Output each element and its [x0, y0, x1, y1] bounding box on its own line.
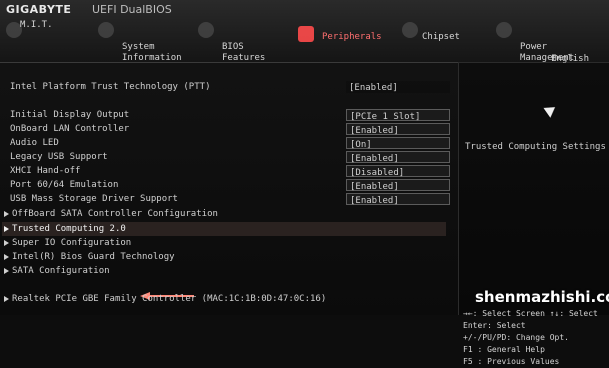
submenu-label: Trusted Computing 2.0 — [12, 224, 126, 234]
setting-row-ptt[interactable]: Intel Platform Trust Technology (PTT) [E… — [6, 80, 450, 94]
tab-mit-label: M.I.T. — [20, 20, 53, 30]
submenu-label: Realtek PCIe GBE Family Controller (MAC:… — [12, 294, 327, 304]
submenu-trusted-computing[interactable]: Trusted Computing 2.0 — [2, 222, 446, 236]
submenu-arrow-icon — [4, 240, 9, 246]
tab-chipset[interactable]: Chipset — [422, 32, 460, 43]
setting-label: USB Mass Storage Driver Support — [10, 194, 178, 204]
setting-value[interactable]: [Enabled] — [346, 151, 450, 164]
peripherals-icon — [298, 26, 314, 42]
setting-label: Initial Display Output — [10, 110, 130, 120]
submenu-offboard-sata[interactable]: OffBoard SATA Controller Configuration — [2, 207, 446, 221]
tab-peripherals[interactable]: Peripherals — [322, 32, 382, 43]
help-panel: Trusted Computing Settings →←: Select Sc… — [458, 62, 609, 366]
bios-features-icon — [198, 22, 214, 38]
submenu-label: Super IO Configuration — [12, 238, 132, 248]
bios-screen: GIGABYTE UEFI DualBIOS M.I.T. System Inf… — [0, 0, 609, 366]
setting-value[interactable]: [On] — [346, 137, 450, 150]
keyboard-help: →←: Select Screen ↑↓: Select Enter: Sele… — [463, 308, 609, 368]
chipset-icon — [402, 22, 418, 38]
setting-value[interactable]: [PCIe 1 Slot] — [346, 109, 450, 122]
tab-mit[interactable]: M.I.T. — [20, 20, 53, 31]
setting-label: Intel Platform Trust Technology (PTT) — [10, 82, 211, 92]
setting-label: Audio LED — [10, 138, 59, 148]
submenu-realtek-controller[interactable]: Realtek PCIe GBE Family Controller (MAC:… — [2, 292, 458, 306]
setting-label: XHCI Hand-off — [10, 166, 81, 176]
settings-panel: Intel Platform Trust Technology (PTT) [E… — [0, 62, 456, 315]
submenu-label: Intel(R) Bios Guard Technology — [12, 252, 175, 262]
setting-label: Legacy USB Support — [10, 152, 108, 162]
setting-value[interactable]: [Enabled] — [346, 81, 450, 93]
submenu-arrow-icon — [4, 211, 9, 217]
setting-label: OnBoard LAN Controller — [10, 124, 130, 134]
tab-system-information-label: System Information — [122, 42, 182, 63]
key-hint: F5 : Previous Values — [463, 357, 560, 366]
key-hint: F1 : General Help — [463, 345, 545, 354]
key-hint: Enter: Select — [463, 321, 526, 330]
setting-value[interactable]: [Enabled] — [346, 193, 450, 206]
setting-value[interactable]: [Disabled] — [346, 165, 450, 178]
submenu-arrow-icon — [4, 226, 9, 232]
tab-peripherals-label: Peripherals — [322, 32, 382, 42]
tab-chipset-label: Chipset — [422, 32, 460, 42]
tab-bios-features-label: BIOS Features — [222, 42, 266, 63]
uefi-title: UEFI DualBIOS — [92, 3, 172, 16]
power-management-icon — [496, 22, 512, 38]
submenu-arrow-icon — [4, 268, 9, 274]
submenu-sata-configuration[interactable]: SATA Configuration — [2, 264, 446, 278]
top-bar: GIGABYTE UEFI DualBIOS M.I.T. System Inf… — [0, 0, 609, 64]
setting-row-port-60-64[interactable]: Port 60/64 Emulation [Enabled] — [6, 178, 450, 192]
setting-row-initial-display-output[interactable]: Initial Display Output [PCIe 1 Slot] — [6, 108, 450, 122]
submenu-arrow-icon — [4, 296, 9, 302]
setting-value[interactable]: [Enabled] — [346, 123, 450, 136]
brand-logo: GIGABYTE — [6, 3, 72, 16]
setting-value[interactable]: [Enabled] — [346, 179, 450, 192]
submenu-arrow-icon — [4, 254, 9, 260]
setting-row-usb-mass-storage[interactable]: USB Mass Storage Driver Support [Enabled… — [6, 192, 450, 206]
system-information-icon — [98, 22, 114, 38]
key-hint: +/-/PU/PD: Change Opt. — [463, 333, 569, 342]
setting-label: Port 60/64 Emulation — [10, 180, 119, 190]
submenu-super-io[interactable]: Super IO Configuration — [2, 236, 446, 250]
setting-row-audio-led[interactable]: Audio LED [On] — [6, 136, 450, 150]
setting-row-xhci-handoff[interactable]: XHCI Hand-off [Disabled] — [6, 164, 450, 178]
submenu-bios-guard[interactable]: Intel(R) Bios Guard Technology — [2, 250, 446, 264]
key-hint: →←: Select Screen ↑↓: Select — [463, 309, 598, 318]
submenu-label: OffBoard SATA Controller Configuration — [12, 209, 218, 219]
watermark: shenmazhishi.com — [475, 288, 609, 306]
setting-row-onboard-lan[interactable]: OnBoard LAN Controller [Enabled] — [6, 122, 450, 136]
help-title: Trusted Computing Settings — [465, 142, 606, 152]
setting-row-legacy-usb[interactable]: Legacy USB Support [Enabled] — [6, 150, 450, 164]
submenu-label: SATA Configuration — [12, 266, 110, 276]
